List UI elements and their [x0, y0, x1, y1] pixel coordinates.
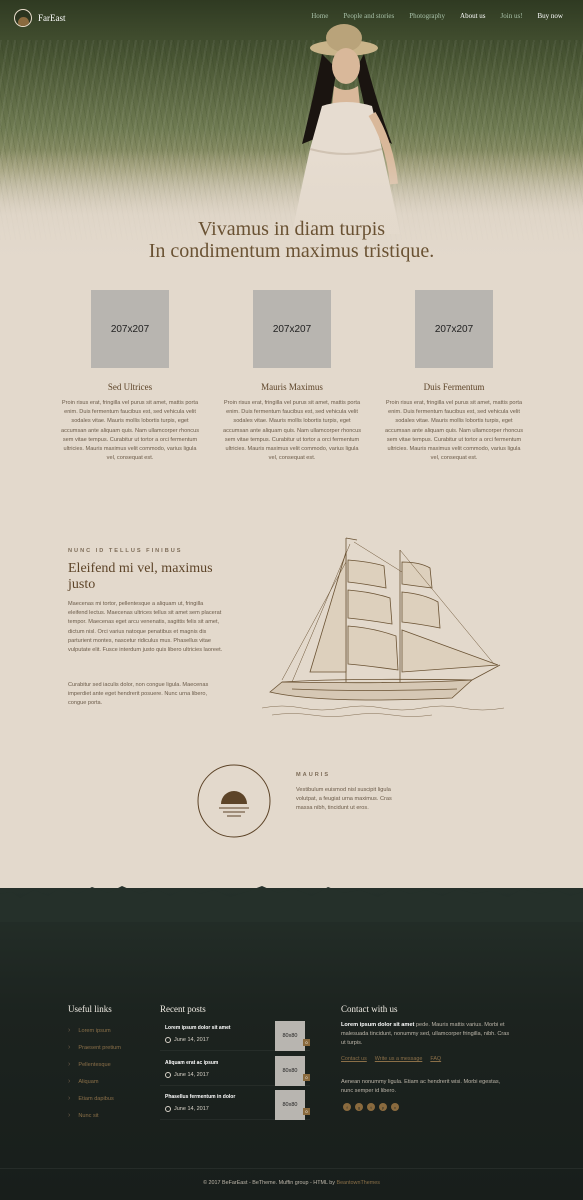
feature-image-placeholder: 207x207: [253, 290, 331, 368]
pinterest-icon[interactable]: p: [379, 1103, 387, 1111]
hero-title-line2: In condimentum maximus tristique.: [148, 240, 435, 262]
copyright-link[interactable]: BeantownThemes: [336, 1180, 379, 1186]
recent-posts-title: Recent posts: [160, 1004, 206, 1014]
contact-us-link[interactable]: Contact us: [341, 1056, 367, 1062]
feature-title: Duis Fermentum: [423, 382, 485, 392]
post-title[interactable]: Phasellus fermentum in dolor: [165, 1094, 235, 1100]
menu-item-people-and-stories[interactable]: People and stories: [343, 12, 394, 20]
feature-text: Proin risus erat, fringilla vel purus si…: [60, 400, 200, 462]
feature-card: 207x207 Mauris Maximus Proin risus erat,…: [222, 290, 362, 463]
post-title[interactable]: Aliquam erat ac ipsum: [165, 1060, 218, 1066]
google-plus-icon[interactable]: g: [355, 1103, 363, 1111]
torn-edge-divider: [0, 886, 583, 922]
feature-title: Mauris Maximus: [261, 382, 323, 392]
about-paragraph-2: Curabitur sed iaculis dolor, non congue …: [68, 682, 209, 707]
logo-sunset-icon: [14, 9, 32, 27]
write-message-link[interactable]: Write us a message: [375, 1056, 423, 1062]
hero-section: FarEast Home People and stories Photogra…: [0, 0, 583, 268]
comment-count-badge: 0: [303, 1074, 310, 1081]
useful-link-item[interactable]: Etiam dapibus: [68, 1090, 121, 1107]
feature-image-placeholder: 207x207: [91, 290, 169, 368]
faq-link[interactable]: FAQ: [430, 1056, 441, 1062]
menu-item-join-us[interactable]: Join us!: [501, 12, 523, 20]
contact-links: Contact us Write us a message FAQ: [341, 1056, 441, 1062]
logo[interactable]: FarEast: [14, 9, 66, 27]
hero-title: Vivamus in diam turpis In condimentum ma…: [0, 218, 583, 262]
feature-title: Sed Ultrices: [107, 382, 153, 392]
useful-link-item[interactable]: Nunc sit: [68, 1107, 121, 1124]
contact-text: Lorem ipsum dolor sit amet pede. Mauris …: [341, 1022, 510, 1046]
feature-card: 207x207 Duis Fermentum Proin risus erat,…: [384, 290, 524, 463]
features-row: 207x207 Sed Ultrices Proin risus erat, f…: [60, 290, 524, 463]
about-paragraph-1: Maecenas mi tortor, pellentesque a aliqu…: [68, 601, 223, 654]
useful-link-item[interactable]: Aliquam: [68, 1073, 121, 1090]
post-thumbnail[interactable]: 80x80: [275, 1056, 305, 1086]
clock-icon: [165, 1072, 171, 1078]
feature-image-placeholder: 207x207: [415, 290, 493, 368]
about-kicker: NUNC ID TELLUS FINIBUS: [68, 548, 183, 554]
hero-title-line1: Vivamus in diam turpis: [197, 218, 386, 240]
clock-icon: [165, 1106, 171, 1112]
mauris-kicker: MAURIS: [296, 772, 331, 778]
useful-links-list: Lorem ipsum Praesent pretium Pellentesqu…: [68, 1022, 121, 1124]
main-menu: Home People and stories Photography Abou…: [311, 12, 563, 20]
menu-item-buy-now[interactable]: Buy now: [538, 12, 563, 20]
copyright: © 2017 BeFarEast - BeTheme. Muffin group…: [203, 1180, 380, 1186]
sunset-emblem-icon: [197, 764, 271, 838]
facebook-icon[interactable]: f: [343, 1103, 351, 1111]
useful-link-item[interactable]: Praesent pretium: [68, 1039, 121, 1056]
menu-item-about-us[interactable]: About us: [460, 12, 485, 20]
contact-bold: Lorem ipsum dolor sit amet: [341, 1022, 415, 1028]
comment-count-badge: 0: [303, 1039, 310, 1046]
logo-text: FarEast: [38, 13, 66, 23]
useful-links-title: Useful links: [68, 1004, 112, 1014]
recent-post[interactable]: Phasellus fermentum in dolor June 14, 20…: [160, 1090, 310, 1120]
vimeo-icon[interactable]: v: [391, 1103, 399, 1111]
contact-text-2: Aenean nonummy ligula. Etiam ac hendreri…: [341, 1079, 501, 1094]
post-thumbnail[interactable]: 80x80: [275, 1021, 305, 1051]
post-date: June 14, 2017: [165, 1072, 209, 1078]
recent-post[interactable]: Lorem ipsum dolor sit amet June 14, 2017…: [160, 1021, 310, 1051]
post-date: June 14, 2017: [165, 1037, 209, 1043]
feature-card: 207x207 Sed Ultrices Proin risus erat, f…: [60, 290, 200, 463]
feature-text: Proin risus erat, fringilla vel purus si…: [384, 400, 524, 462]
sailing-ship-illustration: [262, 537, 504, 717]
contact-title: Contact with us: [341, 1004, 398, 1014]
mauris-text: Vestibulum euismod nisl suscipit ligula …: [296, 787, 392, 811]
useful-link-item[interactable]: Lorem ipsum: [68, 1022, 121, 1039]
feature-text: Proin risus erat, fringilla vel purus si…: [222, 400, 362, 462]
clock-icon: [165, 1037, 171, 1043]
post-date: June 14, 2017: [165, 1106, 209, 1112]
recent-post[interactable]: Aliquam erat ac ipsum June 14, 2017 80x8…: [160, 1056, 310, 1086]
menu-item-photography[interactable]: Photography: [409, 12, 445, 20]
post-thumbnail[interactable]: 80x80: [275, 1090, 305, 1120]
useful-link-item[interactable]: Pellentesque: [68, 1056, 121, 1073]
about-heading: Eleifend mi vel, maximus justo: [68, 561, 213, 592]
social-icons: f g t p v: [343, 1103, 399, 1111]
menu-item-home[interactable]: Home: [311, 12, 328, 20]
comment-count-badge: 0: [303, 1108, 310, 1115]
top-navigation: FarEast Home People and stories Photogra…: [0, 0, 583, 34]
post-title[interactable]: Lorem ipsum dolor sit amet: [165, 1025, 231, 1031]
twitter-icon[interactable]: t: [367, 1103, 375, 1111]
